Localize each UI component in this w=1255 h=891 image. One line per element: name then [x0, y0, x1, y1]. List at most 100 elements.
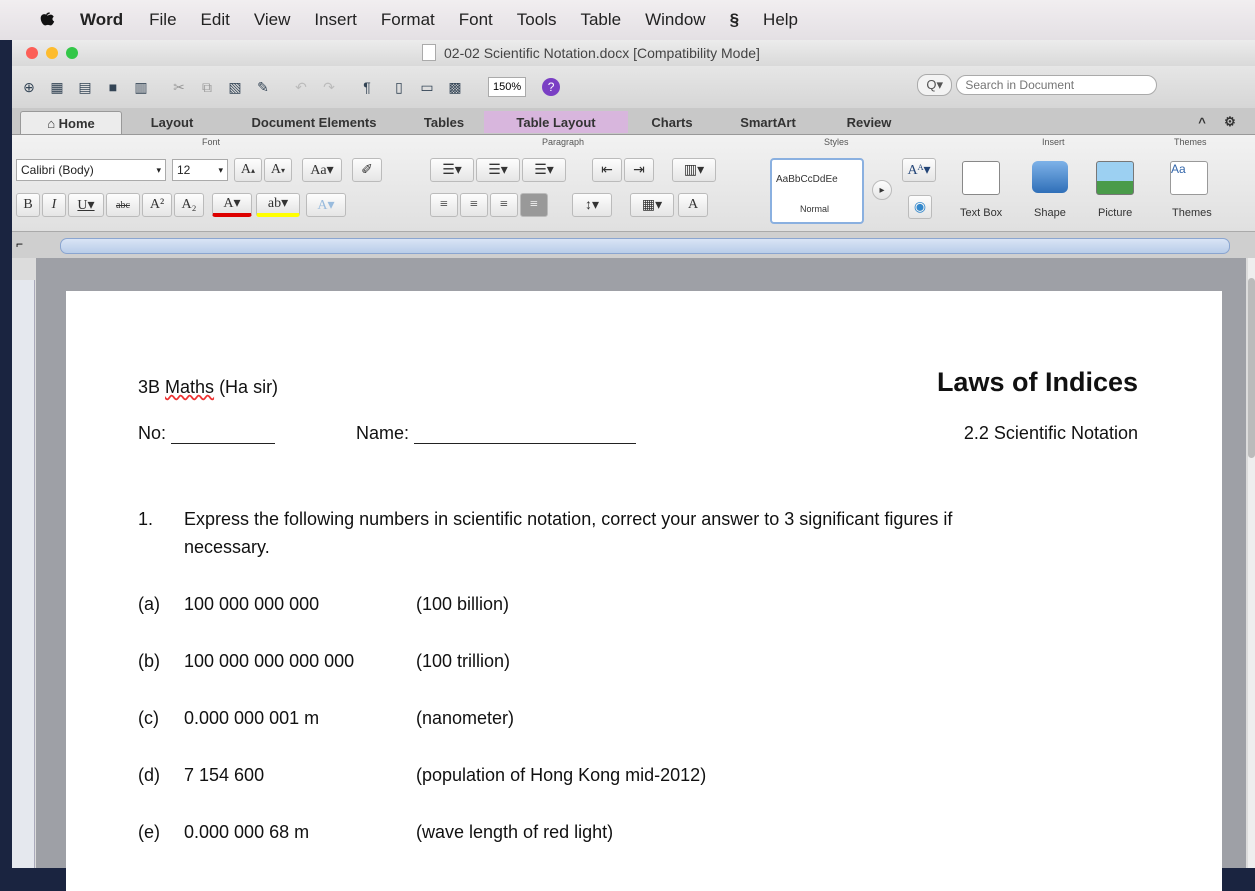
tab-home[interactable]: ⌂ Home: [20, 111, 122, 134]
themes-icon[interactable]: Aa: [1170, 161, 1208, 195]
menu-view[interactable]: View: [254, 10, 291, 30]
menu-app-word[interactable]: Word: [80, 10, 123, 30]
change-case-button[interactable]: Aa▾: [302, 158, 342, 182]
decrease-indent-button[interactable]: ⇤: [592, 158, 622, 182]
cut-icon[interactable]: ✂: [168, 76, 190, 98]
line-spacing-button[interactable]: ↕▾: [572, 193, 612, 217]
strikethrough-button[interactable]: abc: [106, 193, 140, 217]
ruler-bar[interactable]: [60, 238, 1230, 254]
tab-table-layout[interactable]: Table Layout: [484, 111, 628, 133]
grow-font-button[interactable]: A ▴: [234, 158, 262, 182]
tab-charts[interactable]: Charts: [632, 111, 712, 133]
format-painter-icon[interactable]: ✎: [252, 76, 274, 98]
media-browser-icon[interactable]: ▩: [444, 76, 466, 98]
search-input[interactable]: [956, 75, 1157, 95]
columns-button[interactable]: ▥▾: [672, 158, 716, 182]
item-d-label: (d): [138, 765, 160, 785]
save-icon[interactable]: ■: [102, 76, 124, 98]
zoom-field[interactable]: 150%: [488, 77, 527, 97]
minimize-button[interactable]: [46, 47, 58, 59]
menu-help[interactable]: Help: [763, 10, 798, 30]
name-field: Name:: [356, 423, 637, 444]
font-color-button[interactable]: A▾: [212, 193, 252, 217]
collapse-ribbon-icon[interactable]: ^: [1192, 111, 1212, 133]
menu-edit[interactable]: Edit: [201, 10, 230, 30]
font-name-select[interactable]: Calibri (Body) ▾: [16, 159, 166, 181]
manage-styles-button[interactable]: ◉: [908, 195, 932, 219]
tab-review[interactable]: Review: [824, 111, 914, 133]
highlight-button[interactable]: ab▾: [256, 193, 300, 217]
menu-format[interactable]: Format: [381, 10, 435, 30]
apple-icon[interactable]: [38, 11, 56, 29]
item-c-label: (c): [138, 708, 159, 728]
menu-window[interactable]: Window: [645, 10, 705, 30]
templates-icon[interactable]: ▦: [46, 76, 68, 98]
shape-icon[interactable]: [1032, 161, 1068, 193]
tab-layout[interactable]: Layout: [124, 111, 220, 133]
styles-pane-button[interactable]: Aᴬ▾: [902, 158, 936, 182]
menu-table[interactable]: Table: [580, 10, 621, 30]
menu-file[interactable]: File: [149, 10, 176, 30]
superscript-button[interactable]: A²: [142, 193, 172, 217]
style-normal[interactable]: AaBbCcDdEe Normal: [770, 158, 864, 224]
tab-selector-icon[interactable]: ⌐: [16, 237, 23, 251]
text-direction-button[interactable]: A: [678, 193, 708, 217]
ribbon-settings-icon[interactable]: ⚙: [1218, 111, 1242, 133]
new-document-icon[interactable]: ⊕: [18, 76, 40, 98]
item-a-value: 100 000 000 000: [184, 594, 320, 614]
style-preview: AaBbCcDdEe: [776, 174, 838, 185]
text-box-icon[interactable]: [962, 161, 1000, 195]
align-center-button[interactable]: ≡: [460, 193, 488, 217]
title-bar: 02-02 Scientific Notation.docx [Compatib…: [12, 40, 1255, 66]
menu-insert[interactable]: Insert: [314, 10, 357, 30]
shrink-font-button[interactable]: A ▾: [264, 158, 292, 182]
borders-button[interactable]: ▦▾: [630, 193, 674, 217]
font-size-select[interactable]: 12 ▾: [172, 159, 228, 181]
document-page[interactable]: 3B Maths (Ha sir) Laws of Indices No: Na…: [66, 291, 1222, 891]
menu-font[interactable]: Font: [459, 10, 493, 30]
sidebar-icon[interactable]: ▯: [388, 76, 410, 98]
justify-button[interactable]: ≡: [520, 193, 548, 217]
ribbon-tabs: ⌂ Home Layout Document Elements Tables T…: [12, 108, 1255, 135]
search-icon[interactable]: Q▾: [917, 74, 953, 96]
undo-icon[interactable]: ↶: [290, 76, 312, 98]
print-icon[interactable]: ▥: [130, 76, 152, 98]
tab-tables[interactable]: Tables: [408, 111, 480, 133]
paste-icon[interactable]: ▧: [224, 76, 246, 98]
align-left-button[interactable]: ≡: [430, 193, 458, 217]
pilcrow-icon[interactable]: ¶: [356, 76, 378, 98]
multilevel-list-button[interactable]: ☰▾: [522, 158, 566, 182]
subscript-button[interactable]: A₂: [174, 193, 204, 217]
tab-smartart[interactable]: SmartArt: [716, 111, 820, 133]
item-d-note: (population of Hong Kong mid-2012): [416, 765, 707, 785]
open-icon[interactable]: ▤: [74, 76, 96, 98]
align-right-button[interactable]: ≡: [490, 193, 518, 217]
question-number: 1.: [138, 509, 154, 529]
styles-next-button[interactable]: ▸: [872, 180, 892, 200]
italic-button[interactable]: I: [42, 193, 66, 217]
help-icon[interactable]: ?: [542, 78, 561, 96]
tab-document-elements[interactable]: Document Elements: [222, 111, 406, 133]
redo-icon[interactable]: ↷: [318, 76, 340, 98]
item-e-value: 0.000 000 68 m: [184, 822, 310, 842]
item-b-note: (100 trillion): [416, 651, 511, 671]
zoom-button[interactable]: [66, 47, 78, 59]
increase-indent-button[interactable]: ⇥: [624, 158, 654, 182]
picture-icon[interactable]: [1096, 161, 1134, 195]
bullets-button[interactable]: ☰▾: [430, 158, 474, 182]
underline-button[interactable]: U▾: [68, 193, 104, 217]
toolbox-icon[interactable]: ▭: [416, 76, 438, 98]
font-group-label: Font: [202, 137, 221, 147]
script-menu-icon[interactable]: §: [730, 10, 739, 30]
menu-tools[interactable]: Tools: [517, 10, 557, 30]
vertical-scrollbar[interactable]: [1248, 258, 1255, 868]
scrollbar-thumb[interactable]: [1248, 278, 1255, 458]
close-button[interactable]: [26, 47, 38, 59]
clear-formatting-button[interactable]: ✐: [352, 158, 382, 182]
menu-bar: Word File Edit View Insert Format Font T…: [0, 0, 1255, 40]
insert-group-label: Insert: [1042, 137, 1065, 147]
bold-button[interactable]: B: [16, 193, 40, 217]
copy-icon[interactable]: ⧉: [196, 76, 218, 98]
text-effects-button[interactable]: A▾: [306, 193, 346, 217]
numbering-button[interactable]: ☰▾: [476, 158, 520, 182]
